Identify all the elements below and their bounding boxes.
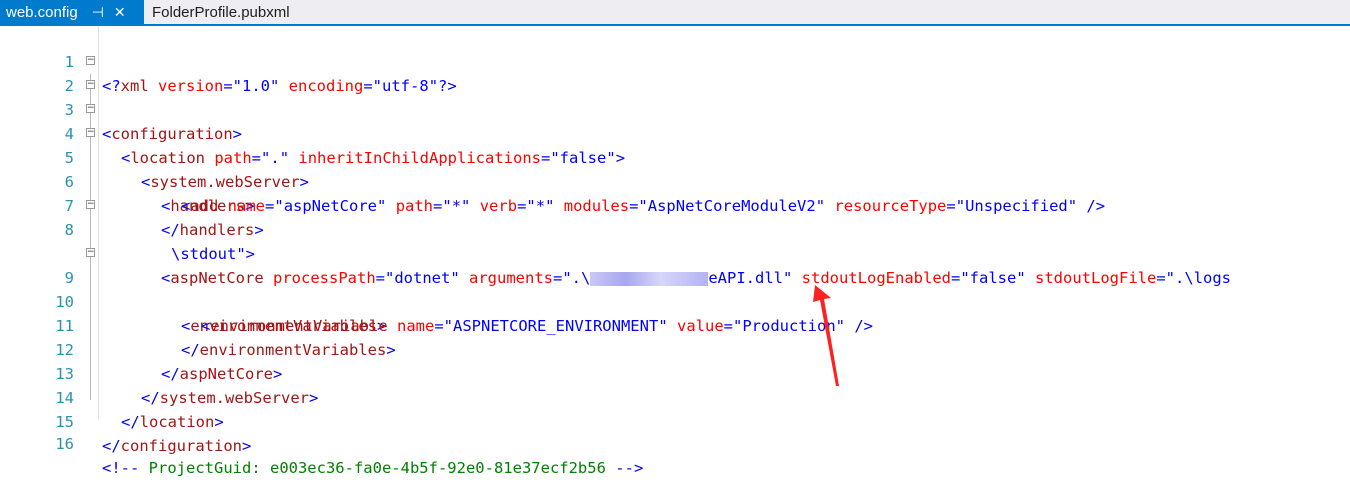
- line-number: 16: [55, 435, 74, 453]
- red-arrow-icon: [813, 285, 839, 386]
- code-text: </configuration>: [102, 437, 252, 455]
- code-text: <!-- ProjectGuid: e003ec36-fa0e-4b5f-92e…: [102, 459, 644, 477]
